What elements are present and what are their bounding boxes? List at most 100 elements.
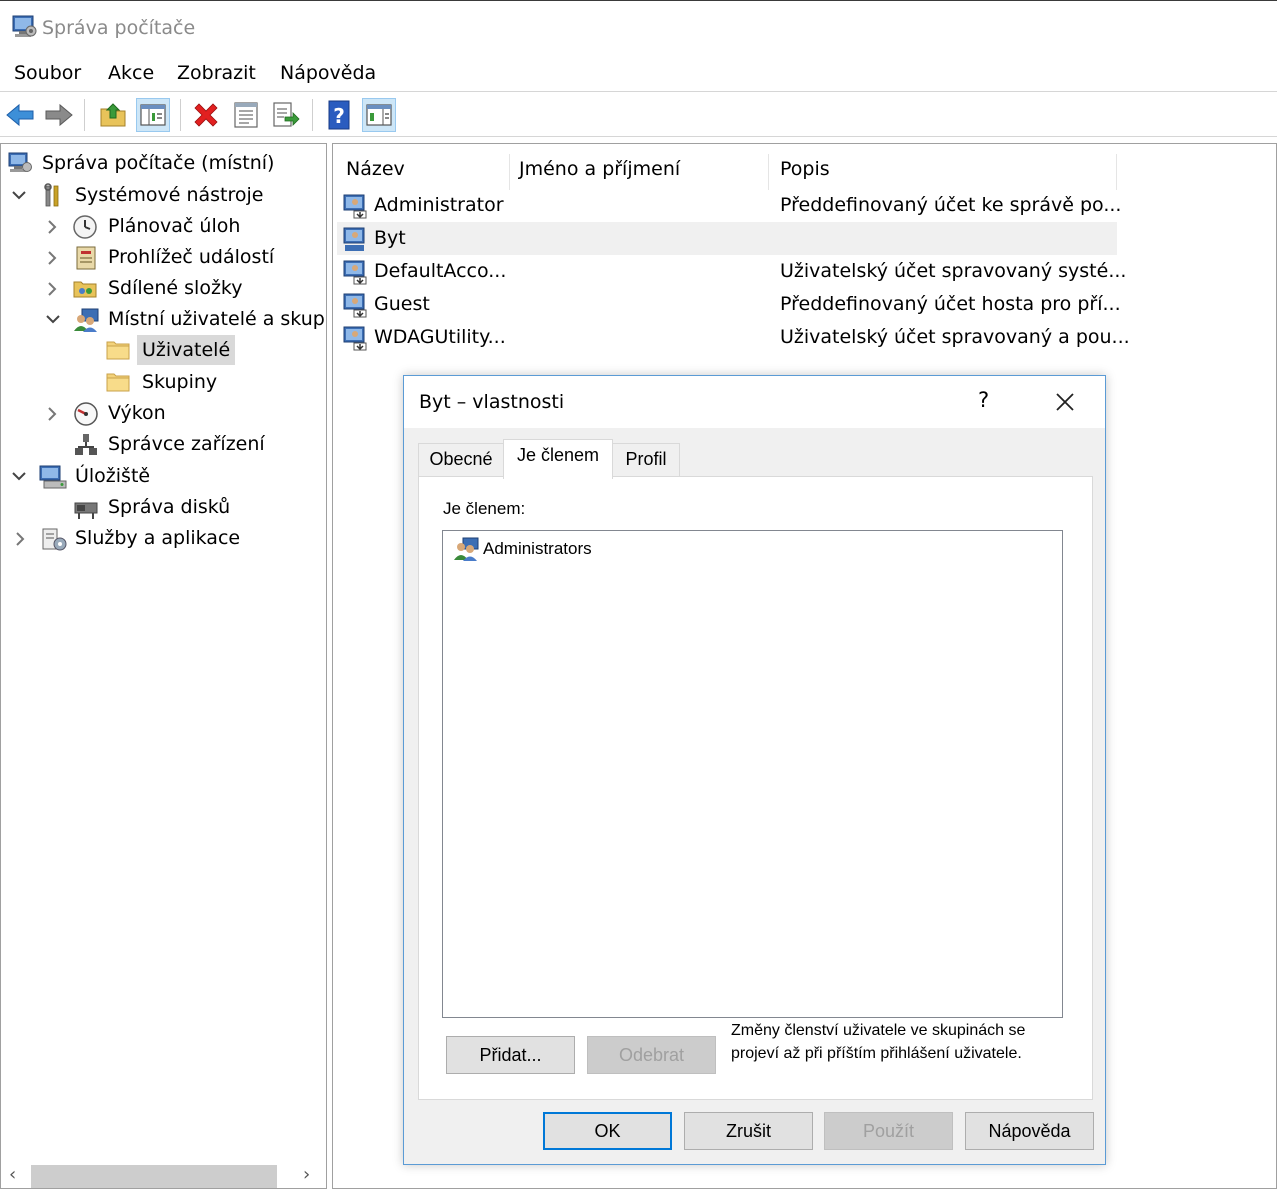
chevron-right-icon[interactable] [45, 406, 59, 422]
tab-general[interactable]: Obecné [418, 443, 504, 477]
column-header-name[interactable]: Název [346, 154, 510, 190]
svg-text:?: ? [333, 104, 345, 128]
chevron-down-icon[interactable] [11, 469, 27, 483]
export-list-icon [273, 102, 300, 127]
add-button[interactable]: Přidat... [446, 1036, 575, 1074]
member-of-list[interactable]: Administrators [442, 530, 1063, 1018]
delete-icon [194, 103, 218, 127]
properties-button[interactable] [229, 98, 263, 132]
group-icon [454, 537, 479, 561]
remove-button[interactable]: Odebrat [587, 1036, 716, 1074]
tree-item-users[interactable]: Uživatelé [1, 335, 326, 365]
tree-item-event-viewer[interactable]: Prohlížeč událostí [1, 242, 326, 272]
chevron-right-icon[interactable] [13, 531, 27, 547]
device-manager-icon [75, 434, 97, 455]
tree-item-performance[interactable]: Výkon [1, 398, 326, 428]
chevron-right-icon[interactable] [45, 281, 59, 297]
tree-item-local-users-and-groups[interactable]: Místní uživatelé a skupiny [1, 304, 326, 334]
scrollbar-thumb[interactable] [31, 1165, 277, 1188]
delete-button[interactable] [189, 98, 223, 132]
horizontal-scrollbar[interactable]: ‹ › [1, 1154, 326, 1188]
forward-arrow-icon [45, 103, 73, 127]
show-hide-action-pane-button[interactable] [362, 98, 396, 132]
window-titlebar: Správa počítače [0, 0, 1277, 55]
user-icon [343, 227, 365, 251]
tree-item-computer-management[interactable]: Správa počítače (místní) [1, 148, 326, 178]
forward-button[interactable] [42, 98, 76, 132]
tree-label: Plánovač úloh [108, 215, 241, 237]
folder-icon [106, 373, 130, 392]
menu-file[interactable]: Soubor [14, 62, 81, 84]
back-button[interactable] [3, 98, 37, 132]
user-description: Předdefinovaný účet ke správě po... [780, 194, 1122, 216]
list-item-defaultaccount[interactable]: DefaultAcco... Uživatelský účet spravova… [337, 255, 1126, 288]
list-item-administrator[interactable]: Administrator Předdefinovaný účet ke spr… [337, 189, 1121, 222]
group-name: Administrators [483, 539, 592, 558]
menu-help[interactable]: Nápověda [280, 62, 376, 84]
folder-icon [106, 341, 130, 360]
export-list-button[interactable] [269, 98, 303, 132]
dialog-help-button[interactable]: ? [978, 388, 989, 412]
up-one-level-button[interactable] [96, 98, 130, 132]
tree-item-task-scheduler[interactable]: Plánovač úloh [1, 211, 326, 241]
up-folder-icon [100, 103, 126, 127]
tree-label: Systémové nástroje [75, 184, 264, 206]
chevron-right-icon[interactable] [45, 219, 59, 235]
cancel-button[interactable]: Zrušit [684, 1112, 813, 1150]
tree-item-groups[interactable]: Skupiny [1, 367, 326, 397]
apply-button[interactable]: Použít [824, 1112, 953, 1150]
member-of-panel: Je členem: Administrators Přidat... Odeb… [418, 476, 1093, 1100]
tree-label: Místní uživatelé a skupiny [108, 308, 326, 330]
back-arrow-icon [6, 103, 34, 127]
tree-item-device-manager[interactable]: Správce zařízení [1, 429, 326, 459]
user-properties-dialog: Byt – vlastnosti ? Obecné Je členem Prof… [403, 375, 1106, 1165]
column-header-description[interactable]: Popis [780, 154, 1117, 190]
tree-label: Správa disků [108, 496, 231, 518]
user-name: Byt [374, 227, 406, 249]
user-icon [343, 293, 367, 318]
tree-label: Správa počítače (místní) [42, 152, 275, 174]
event-viewer-icon [76, 246, 96, 270]
user-description: Uživatelský účet spravovaný a pou... [780, 326, 1130, 348]
tree-item-services-and-applications[interactable]: Služby a aplikace [1, 523, 326, 553]
help-dialog-button[interactable]: Nápověda [965, 1112, 1094, 1150]
ok-button[interactable]: OK [543, 1112, 672, 1150]
computer-management-icon [12, 15, 37, 37]
column-header-full-name[interactable]: Jméno a příjmení [519, 154, 769, 190]
tree-item-disk-management[interactable]: Správa disků [1, 492, 326, 522]
tree-label: Služby a aplikace [75, 527, 241, 549]
show-hide-tree-icon [140, 104, 166, 126]
tree-item-system-tools[interactable]: Systémové nástroje [1, 180, 326, 210]
help-button[interactable]: ? [322, 98, 356, 132]
show-hide-tree-button[interactable] [136, 98, 170, 132]
performance-gauge-icon [74, 402, 98, 426]
chevron-down-icon[interactable] [45, 312, 61, 326]
menu-view[interactable]: Zobrazit [177, 62, 256, 84]
scroll-left-arrow-icon[interactable]: ‹ [9, 1164, 16, 1185]
user-icon [343, 260, 367, 285]
tree-label: Správce zařízení [108, 433, 265, 455]
menu-bar: Soubor Akce Zobrazit Nápověda [0, 56, 1277, 92]
user-name: DefaultAcco... [374, 260, 507, 282]
chevron-right-icon[interactable] [45, 250, 59, 266]
tree-item-storage[interactable]: Úložiště [1, 461, 326, 491]
chevron-down-icon[interactable] [11, 188, 27, 202]
scroll-right-arrow-icon[interactable]: › [303, 1164, 310, 1185]
list-item-wdagutilityaccount[interactable]: WDAGUtility... Uživatelský účet spravova… [337, 321, 1130, 354]
tree-label: Prohlížeč událostí [108, 246, 275, 268]
properties-icon [234, 102, 258, 128]
list-item-byt[interactable]: Byt [337, 222, 1117, 255]
window-title: Správa počítače [42, 17, 196, 39]
close-icon[interactable] [1054, 391, 1076, 413]
user-icon [343, 194, 367, 219]
user-name: Guest [374, 293, 430, 315]
menu-action[interactable]: Akce [108, 62, 154, 84]
console-tree[interactable]: Správa počítače (místní) Systémové nástr… [0, 143, 327, 1189]
dialog-titlebar: Byt – vlastnosti ? [404, 376, 1105, 428]
tab-profile[interactable]: Profil [612, 443, 680, 477]
disk-management-icon [74, 502, 98, 519]
tab-member-of[interactable]: Je členem [503, 439, 613, 479]
tools-icon [44, 183, 59, 207]
tree-item-shared-folders[interactable]: Sdílené složky [1, 273, 326, 303]
list-item-guest[interactable]: Guest Předdefinovaný účet hosta pro pří.… [337, 288, 1121, 321]
